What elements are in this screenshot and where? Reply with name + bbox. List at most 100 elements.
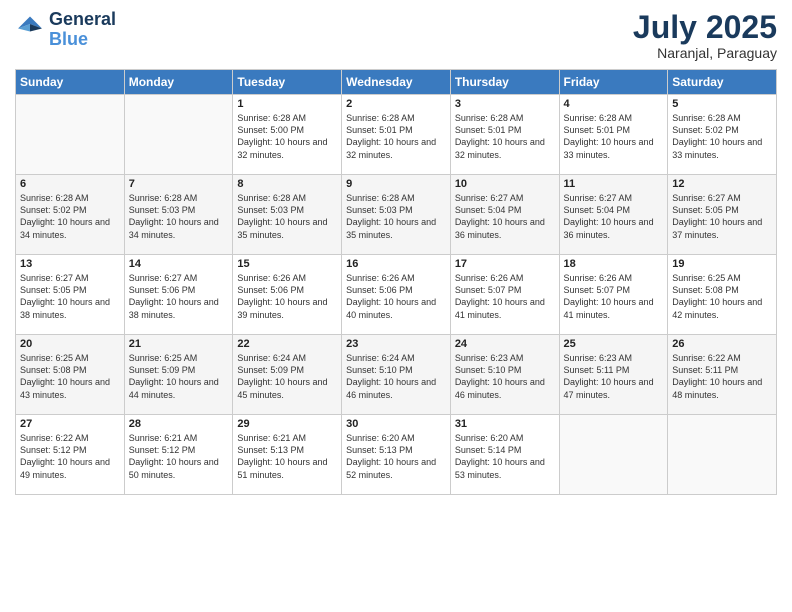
cell-info: Sunrise: 6:27 AM Sunset: 5:05 PM Dayligh… — [672, 192, 772, 241]
calendar-week-5: 27Sunrise: 6:22 AM Sunset: 5:12 PM Dayli… — [16, 415, 777, 495]
day-number: 30 — [346, 418, 446, 430]
day-number: 28 — [129, 418, 229, 430]
calendar-cell: 13Sunrise: 6:27 AM Sunset: 5:05 PM Dayli… — [16, 255, 125, 335]
cell-info: Sunrise: 6:22 AM Sunset: 5:12 PM Dayligh… — [20, 432, 120, 481]
day-number: 26 — [672, 338, 772, 350]
header: General Blue July 2025 Naranjal, Paragua… — [15, 10, 777, 61]
day-number: 6 — [20, 178, 120, 190]
logo-text: General Blue — [49, 10, 116, 50]
cell-info: Sunrise: 6:20 AM Sunset: 5:14 PM Dayligh… — [455, 432, 555, 481]
cell-info: Sunrise: 6:28 AM Sunset: 5:00 PM Dayligh… — [237, 112, 337, 161]
cell-info: Sunrise: 6:24 AM Sunset: 5:10 PM Dayligh… — [346, 352, 446, 401]
calendar-week-2: 6 Sunrise: 6:28 AM Sunset: 5:02 PM Daylig… — [16, 175, 777, 255]
day-number: 29 — [237, 418, 337, 430]
calendar-cell: 30 Sunrise: 6:20 AM Sunset: 5:13 PM Dayli… — [342, 415, 451, 495]
cell-info: Sunrise: 6:28 AM Sunset: 5:02 PM Dayligh… — [20, 192, 120, 241]
calendar-cell — [668, 415, 777, 495]
day-number: 19 — [672, 258, 772, 270]
cell-info: Sunrise: 6:26 AM Sunset: 5:07 PM Dayligh… — [564, 272, 664, 321]
col-monday: Monday — [124, 70, 233, 95]
cell-info: Sunrise: 6:24 AM Sunset: 5:09 PM Dayligh… — [237, 352, 337, 401]
col-tuesday: Tuesday — [233, 70, 342, 95]
calendar-cell: 24 Sunrise: 6:23 AM Sunset: 5:10 PM Dayli… — [450, 335, 559, 415]
day-number: 12 — [672, 178, 772, 190]
calendar-cell: 6 Sunrise: 6:28 AM Sunset: 5:02 PM Daylig… — [16, 175, 125, 255]
col-thursday: Thursday — [450, 70, 559, 95]
day-number: 17 — [455, 258, 555, 270]
calendar-cell: 2Sunrise: 6:28 AM Sunset: 5:01 PM Daylig… — [342, 95, 451, 175]
day-number: 5 — [672, 98, 772, 110]
day-number: 18 — [564, 258, 664, 270]
logo-line2: Blue — [49, 29, 88, 49]
day-number: 21 — [129, 338, 229, 350]
calendar-body: 1Sunrise: 6:28 AM Sunset: 5:00 PM Daylig… — [16, 95, 777, 495]
col-wednesday: Wednesday — [342, 70, 451, 95]
calendar-cell: 12 Sunrise: 6:27 AM Sunset: 5:05 PM Dayli… — [668, 175, 777, 255]
calendar-cell: 10 Sunrise: 6:27 AM Sunset: 5:04 PM Dayli… — [450, 175, 559, 255]
cell-info: Sunrise: 6:23 AM Sunset: 5:11 PM Dayligh… — [564, 352, 664, 401]
day-number: 3 — [455, 98, 555, 110]
cell-info: Sunrise: 6:22 AM Sunset: 5:11 PM Dayligh… — [672, 352, 772, 401]
cell-info: Sunrise: 6:28 AM Sunset: 5:02 PM Dayligh… — [672, 112, 772, 161]
title-block: July 2025 Naranjal, Paraguay — [633, 10, 777, 61]
cell-info: Sunrise: 6:28 AM Sunset: 5:03 PM Dayligh… — [346, 192, 446, 241]
day-number: 10 — [455, 178, 555, 190]
cell-info: Sunrise: 6:25 AM Sunset: 5:09 PM Dayligh… — [129, 352, 229, 401]
calendar-cell: 1Sunrise: 6:28 AM Sunset: 5:00 PM Daylig… — [233, 95, 342, 175]
calendar-cell: 14Sunrise: 6:27 AM Sunset: 5:06 PM Dayli… — [124, 255, 233, 335]
day-number: 9 — [346, 178, 446, 190]
calendar-cell: 11 Sunrise: 6:27 AM Sunset: 5:04 PM Dayli… — [559, 175, 668, 255]
calendar-cell: 5 Sunrise: 6:28 AM Sunset: 5:02 PM Daylig… — [668, 95, 777, 175]
calendar-cell: 15 Sunrise: 6:26 AM Sunset: 5:06 PM Dayli… — [233, 255, 342, 335]
logo-line1: General — [49, 10, 116, 30]
cell-info: Sunrise: 6:27 AM Sunset: 5:05 PM Dayligh… — [20, 272, 120, 321]
day-number: 7 — [129, 178, 229, 190]
calendar-cell: 31 Sunrise: 6:20 AM Sunset: 5:14 PM Dayli… — [450, 415, 559, 495]
cell-info: Sunrise: 6:23 AM Sunset: 5:10 PM Dayligh… — [455, 352, 555, 401]
cell-info: Sunrise: 6:21 AM Sunset: 5:12 PM Dayligh… — [129, 432, 229, 481]
location-subtitle: Naranjal, Paraguay — [633, 45, 777, 61]
col-friday: Friday — [559, 70, 668, 95]
day-number: 14 — [129, 258, 229, 270]
cell-info: Sunrise: 6:26 AM Sunset: 5:07 PM Dayligh… — [455, 272, 555, 321]
cell-info: Sunrise: 6:27 AM Sunset: 5:04 PM Dayligh… — [564, 192, 664, 241]
calendar-cell: 17 Sunrise: 6:26 AM Sunset: 5:07 PM Dayli… — [450, 255, 559, 335]
calendar-cell: 4Sunrise: 6:28 AM Sunset: 5:01 PM Daylig… — [559, 95, 668, 175]
day-number: 22 — [237, 338, 337, 350]
calendar-cell: 20 Sunrise: 6:25 AM Sunset: 5:08 PM Dayli… — [16, 335, 125, 415]
cell-info: Sunrise: 6:26 AM Sunset: 5:06 PM Dayligh… — [346, 272, 446, 321]
day-number: 16 — [346, 258, 446, 270]
day-number: 31 — [455, 418, 555, 430]
day-number: 25 — [564, 338, 664, 350]
day-number: 24 — [455, 338, 555, 350]
day-number: 15 — [237, 258, 337, 270]
logo-icon — [15, 15, 45, 45]
calendar-week-3: 13Sunrise: 6:27 AM Sunset: 5:05 PM Dayli… — [16, 255, 777, 335]
calendar-cell — [16, 95, 125, 175]
calendar-header: Sunday Monday Tuesday Wednesday Thursday… — [16, 70, 777, 95]
calendar-cell: 23Sunrise: 6:24 AM Sunset: 5:10 PM Dayli… — [342, 335, 451, 415]
cell-info: Sunrise: 6:20 AM Sunset: 5:13 PM Dayligh… — [346, 432, 446, 481]
calendar-week-1: 1Sunrise: 6:28 AM Sunset: 5:00 PM Daylig… — [16, 95, 777, 175]
calendar-cell: 7 Sunrise: 6:28 AM Sunset: 5:03 PM Daylig… — [124, 175, 233, 255]
calendar-cell — [559, 415, 668, 495]
col-saturday: Saturday — [668, 70, 777, 95]
calendar-cell: 27Sunrise: 6:22 AM Sunset: 5:12 PM Dayli… — [16, 415, 125, 495]
day-number: 20 — [20, 338, 120, 350]
calendar-cell: 19 Sunrise: 6:25 AM Sunset: 5:08 PM Dayli… — [668, 255, 777, 335]
cell-info: Sunrise: 6:25 AM Sunset: 5:08 PM Dayligh… — [20, 352, 120, 401]
cell-info: Sunrise: 6:25 AM Sunset: 5:08 PM Dayligh… — [672, 272, 772, 321]
calendar-cell: 26 Sunrise: 6:22 AM Sunset: 5:11 PM Dayli… — [668, 335, 777, 415]
day-number: 11 — [564, 178, 664, 190]
header-row: Sunday Monday Tuesday Wednesday Thursday… — [16, 70, 777, 95]
cell-info: Sunrise: 6:27 AM Sunset: 5:04 PM Dayligh… — [455, 192, 555, 241]
day-number: 8 — [237, 178, 337, 190]
cell-info: Sunrise: 6:26 AM Sunset: 5:06 PM Dayligh… — [237, 272, 337, 321]
calendar-cell — [124, 95, 233, 175]
cell-info: Sunrise: 6:28 AM Sunset: 5:03 PM Dayligh… — [129, 192, 229, 241]
cell-info: Sunrise: 6:28 AM Sunset: 5:01 PM Dayligh… — [564, 112, 664, 161]
calendar-cell: 3Sunrise: 6:28 AM Sunset: 5:01 PM Daylig… — [450, 95, 559, 175]
calendar-cell: 29Sunrise: 6:21 AM Sunset: 5:13 PM Dayli… — [233, 415, 342, 495]
calendar-cell: 9 Sunrise: 6:28 AM Sunset: 5:03 PM Daylig… — [342, 175, 451, 255]
calendar-cell: 16 Sunrise: 6:26 AM Sunset: 5:06 PM Dayli… — [342, 255, 451, 335]
